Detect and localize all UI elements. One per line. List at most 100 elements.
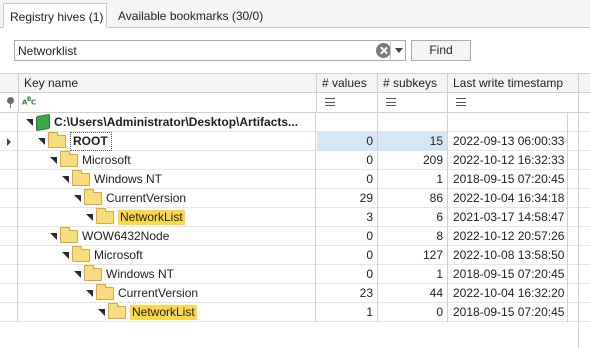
folder-icon — [84, 265, 102, 281]
key-name-cell[interactable]: ROOT — [19, 132, 316, 151]
filter-timestamp[interactable] — [448, 93, 579, 112]
focused-row-icon — [7, 138, 11, 146]
key-name-cell[interactable]: C:\Users\Administrator\Desktop\Artifacts… — [19, 113, 316, 132]
tree-row[interactable]: Windows NT 0 1 2018-09-15 07:20:45 — [0, 265, 590, 284]
indicator-header — [0, 74, 19, 93]
values-count-cell: 29 — [317, 189, 378, 208]
subkeys-count-cell: 209 — [378, 151, 448, 170]
key-name-cell[interactable]: Microsoft — [19, 151, 316, 170]
key-name-label: Microsoft — [94, 248, 143, 262]
subkeys-count-cell: 44 — [378, 284, 448, 303]
key-name-cell[interactable]: CurrentVersion — [19, 189, 316, 208]
expand-toggle-icon[interactable] — [86, 290, 93, 297]
key-name-cell[interactable]: Windows NT — [19, 170, 316, 189]
filter-values[interactable] — [317, 93, 378, 112]
row-indicator — [0, 208, 18, 227]
find-button[interactable]: Find — [411, 40, 471, 61]
column-header-timestamp[interactable]: Last write timestamp — [448, 74, 579, 93]
key-name-cell[interactable]: NetworkList — [19, 303, 316, 322]
tree-row[interactable]: C:\Users\Administrator\Desktop\Artifacts… — [0, 113, 590, 132]
folder-icon — [60, 227, 78, 243]
values-count-cell: 0 — [317, 151, 378, 170]
tree-row[interactable]: CurrentVersion 23 44 2022-10-04 16:32:20 — [0, 284, 590, 303]
grid-right-border — [578, 73, 579, 348]
row-indicator — [0, 113, 18, 132]
values-count-cell: 0 — [317, 265, 378, 284]
key-name-label: C:\Users\Administrator\Desktop\Artifacts… — [54, 115, 299, 129]
registry-tree-grid: Key name # values # subkeys Last write t… — [0, 73, 590, 348]
timestamp-cell: 2018-09-15 07:20:45 — [448, 303, 568, 322]
tab-bar: Registry hives (1) Available bookmarks (… — [0, 0, 590, 28]
equals-icon — [456, 98, 466, 106]
timestamp-cell: 2022-09-13 06:00:33 — [448, 132, 568, 151]
subkeys-count-cell — [378, 113, 448, 132]
folder-icon — [60, 151, 78, 167]
row-indicator — [0, 227, 18, 246]
key-name-cell[interactable]: NetworkList — [19, 208, 316, 227]
timestamp-cell: 2018-09-15 07:20:45 — [448, 170, 568, 189]
expand-toggle-icon[interactable] — [50, 233, 57, 240]
expand-toggle-icon[interactable] — [74, 271, 81, 278]
expand-toggle-icon[interactable] — [26, 119, 33, 126]
subkeys-count-cell: 8 — [378, 227, 448, 246]
tree-row[interactable]: Microsoft 0 127 2022-10-08 13:58:50 — [0, 246, 590, 265]
expand-toggle-icon[interactable] — [50, 157, 57, 164]
tree-row[interactable]: WOW6432Node 0 8 2022-10-12 20:57:26 — [0, 227, 590, 246]
key-name-cell[interactable]: Windows NT — [19, 265, 316, 284]
chevron-down-icon[interactable] — [390, 40, 406, 61]
subkeys-count-cell: 0 — [378, 303, 448, 322]
auto-filter-row: ABC — [0, 93, 590, 113]
timestamp-cell: 2022-10-12 20:57:26 — [448, 227, 568, 246]
key-name-cell[interactable]: Microsoft — [19, 246, 316, 265]
values-count-cell: 1 — [317, 303, 378, 322]
filter-key-name[interactable]: ABC — [19, 93, 317, 112]
key-name-cell[interactable]: WOW6432Node — [19, 227, 316, 246]
registry-hives-panel: Find Key name # values # subkeys Last wr… — [0, 28, 590, 348]
expand-toggle-icon[interactable] — [86, 214, 93, 221]
filter-subkeys[interactable] — [378, 93, 448, 112]
timestamp-cell: 2018-09-15 07:20:45 — [448, 265, 568, 284]
expand-toggle-icon[interactable] — [74, 195, 81, 202]
subkeys-count-cell: 6 — [378, 208, 448, 227]
timestamp-cell: 2022-10-04 16:32:20 — [448, 284, 568, 303]
column-header-key-name[interactable]: Key name — [19, 74, 317, 93]
expand-toggle-icon[interactable] — [38, 138, 45, 145]
column-header-subkeys[interactable]: # subkeys — [378, 74, 448, 93]
expand-toggle-icon[interactable] — [62, 176, 69, 183]
folder-icon — [72, 246, 90, 262]
values-count-cell — [317, 113, 378, 132]
values-count-cell: 0 — [317, 132, 378, 151]
row-indicator — [0, 246, 18, 265]
timestamp-cell: 2021-03-17 14:58:47 — [448, 208, 568, 227]
tab-registry-hives[interactable]: Registry hives (1) — [3, 3, 107, 28]
key-name-label: NetworkList — [130, 305, 197, 320]
key-name-label: WOW6432Node — [82, 229, 170, 243]
tab-available-bookmarks[interactable]: Available bookmarks (30/0) — [112, 3, 263, 28]
text-filter-icon: ABC — [22, 97, 36, 107]
key-name-label: CurrentVersion — [118, 286, 199, 300]
column-header-values[interactable]: # values — [317, 74, 378, 93]
expand-toggle-icon[interactable] — [62, 252, 69, 259]
values-count-cell: 23 — [317, 284, 378, 303]
row-indicator — [0, 170, 18, 189]
tree-row[interactable]: NetworkList 3 6 2021-03-17 14:58:47 — [0, 208, 590, 227]
key-name-cell[interactable]: CurrentVersion — [19, 284, 316, 303]
column-header-row: Key name # values # subkeys Last write t… — [0, 73, 590, 93]
key-name-label: Windows NT — [106, 267, 175, 281]
timestamp-cell — [448, 113, 568, 132]
tree-row[interactable]: Windows NT 0 1 2018-09-15 07:20:45 — [0, 170, 590, 189]
tree-row[interactable]: NetworkList 1 0 2018-09-15 07:20:45 — [0, 303, 590, 322]
tree-row[interactable]: ROOT 0 15 2022-09-13 06:00:33 — [0, 132, 590, 151]
values-count-cell: 0 — [317, 246, 378, 265]
values-count-cell: 0 — [317, 170, 378, 189]
hive-icon — [36, 113, 50, 132]
expand-toggle-icon[interactable] — [98, 309, 105, 316]
tree-row[interactable]: Microsoft 0 209 2022-10-12 16:32:33 — [0, 151, 590, 170]
values-count-cell: 3 — [317, 208, 378, 227]
tree-row[interactable]: CurrentVersion 29 86 2022-10-04 16:34:18 — [0, 189, 590, 208]
folder-icon — [72, 170, 90, 186]
folder-icon — [84, 189, 102, 205]
search-input[interactable] — [18, 43, 368, 58]
clear-icon[interactable] — [376, 43, 391, 58]
subkeys-count-cell: 1 — [378, 265, 448, 284]
